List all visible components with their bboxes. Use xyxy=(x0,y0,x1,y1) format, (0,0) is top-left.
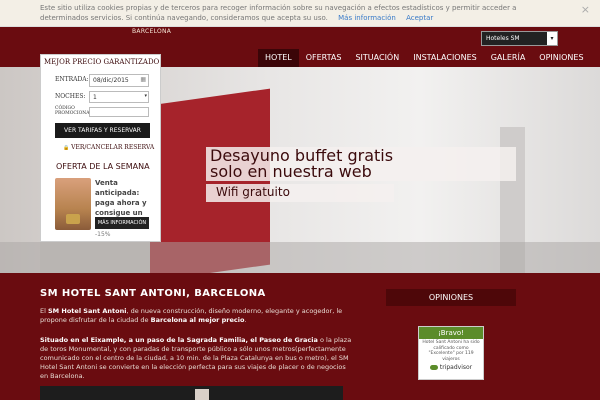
nights-label: NOCHES: xyxy=(55,93,86,100)
nights-value: 1 xyxy=(93,94,97,101)
intro-text-e: . xyxy=(244,316,247,324)
intro-text-a: El xyxy=(40,307,48,315)
cookie-accept-link[interactable]: Aceptar xyxy=(406,14,433,22)
hero-wifi-text: Wifi gratuito xyxy=(216,185,290,199)
nav-hotel[interactable]: HOTEL xyxy=(258,49,299,67)
main-content: SM HOTEL SANT ANTONI, BARCELONA El SM Ho… xyxy=(0,273,600,400)
intro-hotel-name: SM Hotel Sant Antoni xyxy=(47,307,127,315)
offer-discount: -15% xyxy=(95,231,111,238)
cookie-text: Este sitio utiliza cookies propias y de … xyxy=(40,3,540,23)
hero-headline-line2: solo en nuestra web xyxy=(210,162,372,181)
booking-title: MEJOR PRECIO GARANTIZADO xyxy=(44,58,160,66)
manage-booking-link[interactable]: 🔒 VER/CANCELAR RESERVA xyxy=(63,144,154,151)
tripadvisor-logo-text: tripadvisor xyxy=(439,364,473,371)
hero-headline: Desayuno buffet gratis solo en nuestra w… xyxy=(210,148,393,180)
brand-city: BARCELONA xyxy=(132,28,172,35)
cookie-more-info-link[interactable]: Más información xyxy=(338,14,396,22)
coins-icon xyxy=(66,214,80,224)
nav-opiniones[interactable]: OPINIONES xyxy=(532,49,590,67)
chevron-down-icon: ▾ xyxy=(144,93,147,99)
nav-ofertas[interactable]: OFERTAS xyxy=(299,49,349,67)
hero-headline-box: Desayuno buffet gratis solo en nuestra w… xyxy=(206,147,516,181)
offer-title: OFERTA DE LA SEMANA xyxy=(56,162,150,171)
lock-icon: 🔒 xyxy=(63,145,70,151)
chevron-down-icon: ▾ xyxy=(547,32,557,45)
cookie-bar: Este sitio utiliza cookies propias y de … xyxy=(0,0,600,27)
cookie-message: Este sitio utiliza cookies propias y de … xyxy=(40,4,517,22)
tripadvisor-header: ¡Bravo! xyxy=(419,327,483,339)
intro-paragraph: El SM Hotel Sant Antoni, de nueva constr… xyxy=(40,307,355,325)
nav-instalaciones[interactable]: INSTALACIONES xyxy=(406,49,484,67)
entry-date-value: 08/dic/2015 xyxy=(93,77,129,84)
entry-date-field[interactable]: 08/dic/2015 ▦ xyxy=(89,74,149,87)
close-icon[interactable]: × xyxy=(581,3,590,16)
room-photo xyxy=(40,386,343,400)
hero-floor xyxy=(0,242,600,273)
hero-wifi-box: Wifi gratuito xyxy=(206,184,394,202)
nav-situacion[interactable]: SITUACIÓN xyxy=(348,49,406,67)
location-highlight: Situado en el Eixample, a un paso de la … xyxy=(40,336,318,344)
booking-widget: MEJOR PRECIO GARANTIZADO ENTRADA: 08/dic… xyxy=(40,54,161,242)
promo-label: CÓDIGO PROMOCIONAL xyxy=(55,106,93,116)
hotel-select[interactable]: Hoteles SM ▾ xyxy=(481,31,558,46)
owl-icon xyxy=(429,365,438,370)
promo-code-field[interactable] xyxy=(89,107,149,117)
tripadvisor-logo: tripadvisor xyxy=(419,364,483,371)
page-title: SM HOTEL SANT ANTONI, BARCELONA xyxy=(40,288,266,299)
hotel-select-value: Hoteles SM xyxy=(486,35,520,42)
manage-booking-label: VER/CANCELAR RESERVA xyxy=(71,144,155,151)
tripadvisor-text: Hotel Sant Antoni ha sido calificado com… xyxy=(422,340,480,362)
calendar-icon: ▦ xyxy=(140,76,146,83)
nav-galeria[interactable]: GALERÍA xyxy=(484,49,533,67)
offer-image xyxy=(55,178,91,230)
main-nav: HOTEL OFERTAS SITUACIÓN INSTALACIONES GA… xyxy=(258,49,591,67)
entry-label: ENTRADA: xyxy=(55,76,89,83)
nights-select[interactable]: 1 ▾ xyxy=(89,91,149,103)
room-photo-window xyxy=(195,389,209,400)
location-paragraph: Situado en el Eixample, a un paso de la … xyxy=(40,336,355,381)
view-rates-button[interactable]: VER TARIFAS Y RESERVAR xyxy=(55,123,150,138)
promo-label-line2: PROMOCIONAL xyxy=(55,111,93,116)
opinions-header: OPINIONES xyxy=(386,289,516,306)
intro-price-claim: Barcelona al mejor precio xyxy=(150,316,245,324)
tripadvisor-widget[interactable]: ¡Bravo! Hotel Sant Antoni ha sido califi… xyxy=(418,326,484,380)
offer-more-info-button[interactable]: MÁS INFORMACIÓN xyxy=(95,217,149,229)
